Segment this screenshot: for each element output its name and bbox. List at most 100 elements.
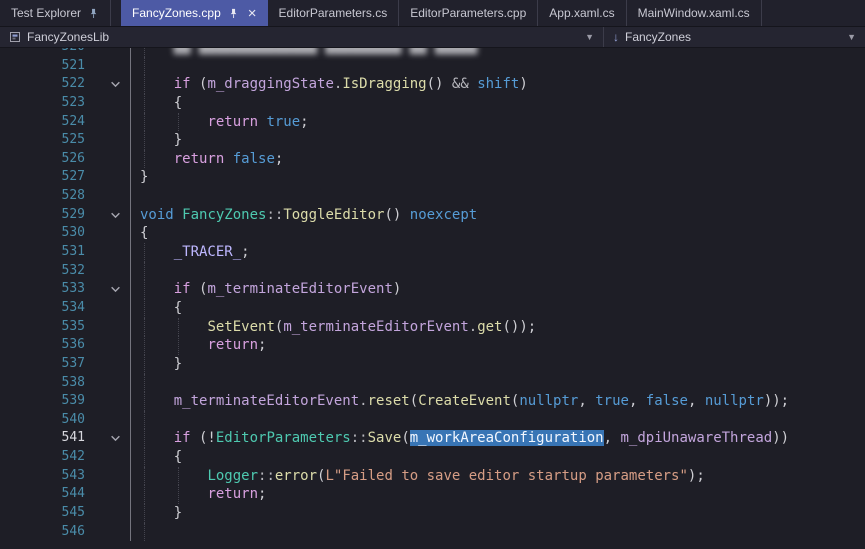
indent-guide xyxy=(144,392,145,411)
code-editor[interactable]: 520 ▆▆ ▆▆▆▆▆▆▆▆▆▆▆▆▆▆ ▆▆▆▆▆▆▆▆▆ ▆▆ ▆▆▆▆▆… xyxy=(0,48,865,549)
code-line[interactable]: 535 SetEvent(m_terminateEditorEvent.get(… xyxy=(0,318,865,337)
tab-editorparameters-cs[interactable]: EditorParameters.cs xyxy=(268,0,400,26)
code-line[interactable]: 546 xyxy=(0,523,865,542)
code-line[interactable]: 539 m_terminateEditorEvent.reset(CreateE… xyxy=(0,392,865,411)
line-number: 542 xyxy=(0,448,85,467)
project-name: FancyZonesLib xyxy=(27,30,109,44)
code-line[interactable]: 522 if (m_draggingState.IsDragging() && … xyxy=(0,75,865,94)
code-text: { xyxy=(131,299,182,318)
fold-chevron-icon[interactable] xyxy=(85,206,131,225)
indent-guide xyxy=(144,355,145,374)
indent-guide xyxy=(144,299,145,318)
fold-margin xyxy=(85,299,131,318)
line-number: 529 xyxy=(0,206,85,225)
project-icon xyxy=(9,31,21,43)
indent-guide xyxy=(144,150,145,169)
fold-chevron-icon[interactable] xyxy=(85,429,131,448)
code-text xyxy=(131,523,140,542)
fold-chevron-icon[interactable] xyxy=(85,280,131,299)
code-line[interactable]: 540 xyxy=(0,411,865,430)
code-line[interactable]: 528 xyxy=(0,187,865,206)
tab-label: EditorParameters.cpp xyxy=(410,6,526,20)
indent-guide xyxy=(144,243,145,262)
code-line[interactable]: 529void FancyZones::ToggleEditor() noexc… xyxy=(0,206,865,225)
indent-guide xyxy=(144,280,145,299)
code-line[interactable]: 523 { xyxy=(0,94,865,113)
code-text xyxy=(131,57,140,76)
indent-guide xyxy=(144,336,145,355)
fold-margin xyxy=(85,113,131,132)
code-text: } xyxy=(131,355,182,374)
line-number: 520 xyxy=(0,48,85,57)
code-text: _TRACER_; xyxy=(131,243,250,262)
code-line[interactable]: 534 { xyxy=(0,299,865,318)
member-dropdown[interactable]: ↓ FancyZones ▼ xyxy=(604,27,865,47)
line-number: 540 xyxy=(0,411,85,430)
code-text xyxy=(131,187,140,206)
code-text: Logger::error(L"Failed to save editor st… xyxy=(131,467,705,486)
indent-guide xyxy=(144,411,145,430)
code-line[interactable]: 545 } xyxy=(0,504,865,523)
code-line[interactable]: 524 return true; xyxy=(0,113,865,132)
fold-margin xyxy=(85,504,131,523)
fold-margin xyxy=(85,131,131,150)
indent-guide xyxy=(178,113,179,132)
tab-label: FancyZones.cpp xyxy=(132,6,221,20)
fold-margin xyxy=(85,374,131,393)
code-line[interactable]: 532 xyxy=(0,262,865,281)
code-text: } xyxy=(131,504,182,523)
line-number: 524 xyxy=(0,113,85,132)
indent-guide xyxy=(144,57,145,76)
code-line[interactable]: 531 _TRACER_; xyxy=(0,243,865,262)
tab-editorparameters-cpp[interactable]: EditorParameters.cpp xyxy=(399,0,538,26)
tab-fancyzones-cpp[interactable]: FancyZones.cpp × xyxy=(121,0,267,26)
fold-chevron-icon[interactable] xyxy=(85,75,131,94)
tab-bar: Test Explorer FancyZones.cpp × EditorPar… xyxy=(0,0,865,26)
chevron-down-icon: ▼ xyxy=(585,32,594,42)
code-line[interactable]: 527} xyxy=(0,168,865,187)
code-line[interactable]: 521 xyxy=(0,57,865,76)
code-text xyxy=(131,374,140,393)
code-text: ▆▆ ▆▆▆▆▆▆▆▆▆▆▆▆▆▆ ▆▆▆▆▆▆▆▆▆ ▆▆ ▆▆▆▆▆ xyxy=(131,48,477,57)
indent-guide xyxy=(144,467,145,486)
code-text: if (m_draggingState.IsDragging() && shif… xyxy=(131,75,528,94)
close-icon[interactable]: × xyxy=(246,6,257,21)
pin-icon[interactable] xyxy=(228,8,239,19)
fold-margin xyxy=(85,467,131,486)
line-number: 522 xyxy=(0,75,85,94)
tab-mainwindow-xaml-cs[interactable]: MainWindow.xaml.cs xyxy=(627,0,762,26)
line-number: 534 xyxy=(0,299,85,318)
line-number: 531 xyxy=(0,243,85,262)
line-number: 543 xyxy=(0,467,85,486)
code-line[interactable]: 536 return; xyxy=(0,336,865,355)
indent-guide xyxy=(178,318,179,337)
code-line[interactable]: 533 if (m_terminateEditorEvent) xyxy=(0,280,865,299)
code-line[interactable]: 538 xyxy=(0,374,865,393)
code-line[interactable]: 541 if (!EditorParameters::Save(m_workAr… xyxy=(0,429,865,448)
code-text xyxy=(131,411,140,430)
code-line[interactable]: 530{ xyxy=(0,224,865,243)
indent-guide xyxy=(144,262,145,281)
code-line[interactable]: 520 ▆▆ ▆▆▆▆▆▆▆▆▆▆▆▆▆▆ ▆▆▆▆▆▆▆▆▆ ▆▆ ▆▆▆▆▆ xyxy=(0,48,865,57)
tab-app-xaml-cs[interactable]: App.xaml.cs xyxy=(538,0,626,26)
line-number: 528 xyxy=(0,187,85,206)
indent-guide xyxy=(144,504,145,523)
fold-margin xyxy=(85,243,131,262)
indent-guide xyxy=(144,113,145,132)
code-text: { xyxy=(131,94,182,113)
code-line[interactable]: 543 Logger::error(L"Failed to save edito… xyxy=(0,467,865,486)
indent-guide xyxy=(144,131,145,150)
code-line[interactable]: 542 { xyxy=(0,448,865,467)
pin-icon[interactable] xyxy=(88,8,99,19)
fold-margin xyxy=(85,262,131,281)
tab-test-explorer[interactable]: Test Explorer xyxy=(0,0,111,26)
code-line[interactable]: 525 } xyxy=(0,131,865,150)
code-line[interactable]: 526 return false; xyxy=(0,150,865,169)
fold-margin xyxy=(85,411,131,430)
indent-guide xyxy=(144,374,145,393)
code-line[interactable]: 537 } xyxy=(0,355,865,374)
fold-margin xyxy=(85,485,131,504)
project-dropdown[interactable]: FancyZonesLib ▼ xyxy=(0,27,604,47)
code-line[interactable]: 544 return; xyxy=(0,485,865,504)
line-number: 532 xyxy=(0,262,85,281)
